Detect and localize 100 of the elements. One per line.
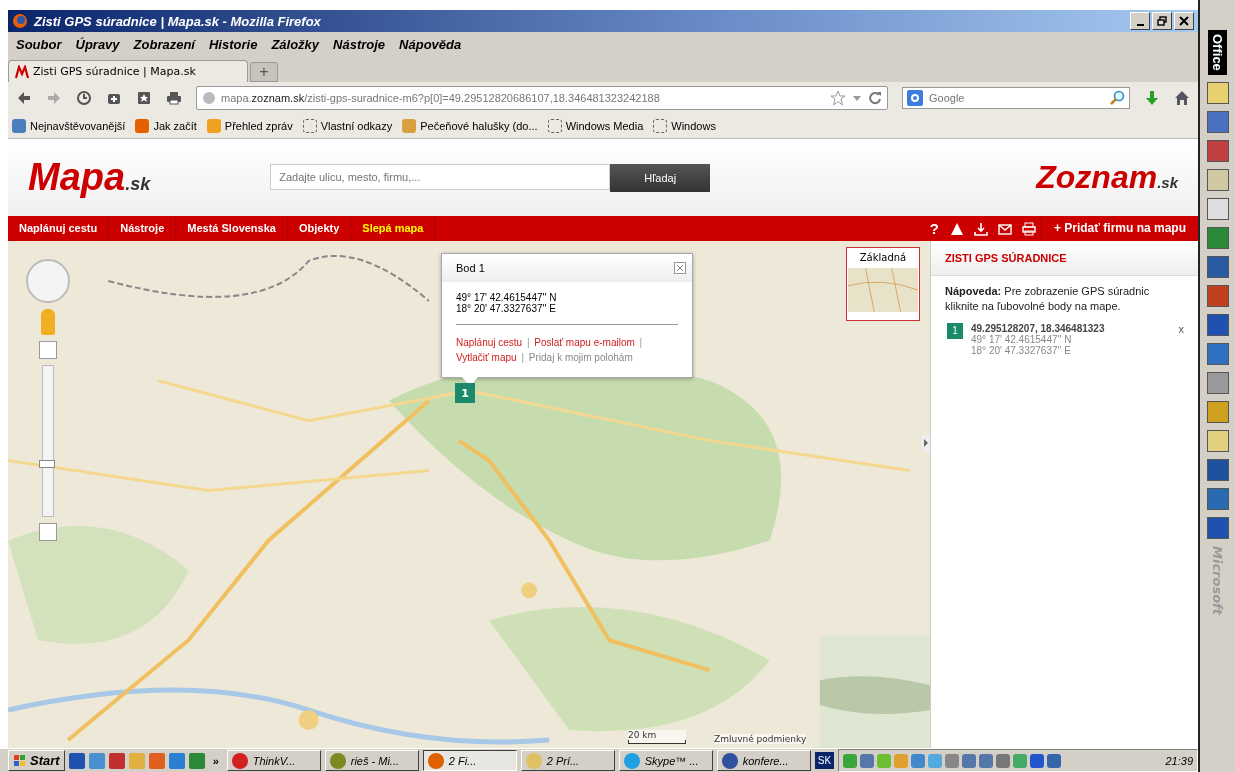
launch-icon[interactable] <box>68 752 85 769</box>
app-icon[interactable] <box>1206 313 1229 336</box>
map-search-field[interactable]: Zadajte ulicu, mesto, firmu,... <box>270 163 611 190</box>
popup-link[interactable]: Vytlačiť mapu <box>456 352 517 363</box>
print-icon[interactable] <box>1021 221 1036 236</box>
new-tab-button[interactable]: + <box>250 62 278 82</box>
mail-icon[interactable] <box>997 221 1012 236</box>
site-logo[interactable]: Mapa.sk <box>28 156 151 199</box>
tray-icon[interactable] <box>860 753 875 768</box>
download-arrow-icon[interactable] <box>1144 89 1160 106</box>
tray-icon[interactable] <box>1047 753 1062 768</box>
zoom-in-button[interactable] <box>39 341 57 359</box>
zoom-slider-thumb[interactable] <box>39 459 55 468</box>
home-icon[interactable] <box>1174 89 1190 106</box>
address-field[interactable]: mapa.zoznam.sk/zisti-gps-suradnice-m6?p[0]=49.29512820686107,18.346481323242188 <box>196 85 888 110</box>
start-button[interactable]: Start <box>8 750 65 771</box>
search-engine-icon[interactable] <box>907 89 923 106</box>
popup-link[interactable]: Naplánuj cestu <box>456 337 523 348</box>
minimize-button[interactable] <box>1130 12 1150 30</box>
launch-icon[interactable] <box>108 752 125 769</box>
search-field[interactable]: Google <box>902 86 1130 109</box>
app-icon[interactable] <box>1206 400 1229 423</box>
point-longitude: 18° 20' 47.3327637'' E <box>971 344 1072 356</box>
menu-item[interactable]: Nápověda <box>399 37 462 52</box>
bookmarks-icon[interactable] <box>136 89 152 106</box>
zoom-out-button[interactable] <box>39 523 57 541</box>
taskbar-button[interactable]: konfere... <box>716 750 811 771</box>
bookmark-item[interactable]: Windows Media <box>547 118 644 133</box>
app-icon[interactable] <box>1206 458 1229 481</box>
close-icon <box>1179 16 1189 26</box>
search-button[interactable]: Hľadaj <box>610 163 711 192</box>
menu-item[interactable]: Zobrazení <box>133 37 195 52</box>
app-icon[interactable] <box>1206 81 1229 104</box>
tray-icon[interactable] <box>962 753 977 768</box>
tray-icon[interactable] <box>945 753 960 768</box>
download-icon[interactable] <box>973 221 988 236</box>
app-icon[interactable] <box>1206 110 1229 133</box>
launch-icon[interactable] <box>188 752 205 769</box>
tray-icon[interactable] <box>911 753 926 768</box>
tray-icon[interactable] <box>1030 753 1045 768</box>
bookmark-item[interactable]: Pečeňové halušky (do... <box>402 118 538 133</box>
close-icon[interactable] <box>674 262 686 274</box>
app-icon[interactable] <box>1206 429 1229 452</box>
taskbar-button[interactable]: Skype™ ... <box>618 750 713 771</box>
more-button[interactable]: » <box>208 754 223 767</box>
taskbar-button[interactable]: 2 Prí... <box>520 750 615 771</box>
bookmark-item[interactable]: Vlastní odkazy <box>302 118 393 133</box>
bookmark-item[interactable]: Přehled zpráv <box>206 118 293 133</box>
menu-item[interactable]: Úpravy <box>75 37 120 52</box>
layer-switch[interactable]: Základná <box>846 247 920 321</box>
help-link[interactable]: ? <box>923 220 945 237</box>
taskbar-button[interactable]: 2 Fi... <box>422 750 517 771</box>
reload-icon[interactable] <box>868 90 882 105</box>
bookmark-item[interactable]: Jak začít <box>135 118 197 133</box>
latitude-text: 49° 17' 42.4615447'' N <box>456 292 558 303</box>
remove-link[interactable]: x <box>1178 322 1184 335</box>
app-icon[interactable] <box>1206 516 1229 539</box>
scale-label: 20 km <box>628 730 658 740</box>
popup-link[interactable]: Pridaj k mojim polohám <box>528 352 633 363</box>
star-icon[interactable] <box>830 89 846 106</box>
close-button[interactable] <box>1174 12 1194 30</box>
taskbar-button[interactable]: rieš - Mi... <box>324 750 419 771</box>
menu-item[interactable]: Soubor <box>16 37 62 52</box>
microsoft-label: Microsoft <box>1210 545 1225 615</box>
app-icon[interactable] <box>1206 487 1229 510</box>
folder-icon <box>547 118 562 133</box>
restore-button[interactable] <box>1152 12 1172 30</box>
help-text: Nápoveda: Pre zobrazenie GPS súradnic kliknite na ľubovolné body na mape. <box>945 284 1151 315</box>
print-icon[interactable] <box>166 89 182 106</box>
taskbar-button[interactable]: ThinkV... <box>226 750 321 771</box>
menu-item[interactable]: Záložky <box>271 37 320 52</box>
bookmark-item[interactable]: Nejnavštěvovanější <box>12 118 126 133</box>
app-icon[interactable] <box>1206 284 1229 307</box>
map-marker[interactable]: 1 <box>455 383 475 403</box>
terms-link[interactable]: Zmluvné podmienky <box>714 734 807 744</box>
popup-link[interactable]: Poslať mapu e-mailom <box>534 337 635 348</box>
menu-item[interactable]: Nástroje <box>333 37 386 52</box>
language-indicator[interactable]: SK <box>814 752 835 769</box>
restore-icon <box>1157 16 1167 26</box>
app-icon[interactable] <box>1206 342 1229 365</box>
launch-icon[interactable] <box>168 752 185 769</box>
app-icon[interactable] <box>1206 255 1229 278</box>
bookmark-item[interactable]: Windows <box>653 118 716 133</box>
minimize-icon <box>1136 24 1144 26</box>
history-icon[interactable] <box>76 89 92 106</box>
launch-icon[interactable] <box>148 752 165 769</box>
warning-icon[interactable] <box>949 221 964 236</box>
app-icon[interactable] <box>1206 168 1229 191</box>
windows-flag-icon <box>13 753 27 768</box>
browser-tab[interactable]: Zisti GPS súradnice | Mapa.sk <box>8 60 248 82</box>
menu-item[interactable]: Historie <box>209 37 258 52</box>
scale-bar <box>628 740 686 744</box>
partner-logo[interactable]: Zoznam.sk <box>1036 159 1178 196</box>
app-icon[interactable] <box>1206 371 1229 394</box>
tray-icon[interactable] <box>996 753 1011 768</box>
app-icon[interactable] <box>1206 226 1229 249</box>
app-icon[interactable] <box>1206 197 1229 220</box>
window-title: Zisti GPS súradnice | Mapa.sk - Mozilla Firefox <box>34 13 322 29</box>
tray-icon[interactable] <box>979 753 994 768</box>
app-icon[interactable] <box>1206 139 1229 162</box>
